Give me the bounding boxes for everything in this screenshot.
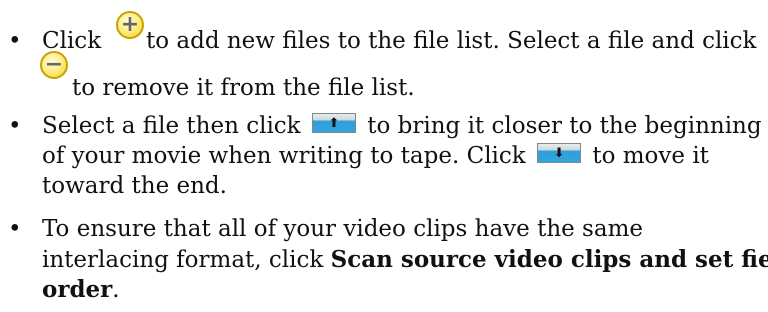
- text-line: order.: [42, 276, 120, 303]
- list-item: • Select a file then click ⬆ to bring it…: [0, 105, 768, 205]
- minus-glyph: −: [44, 52, 64, 77]
- bold-command-text: order: [42, 276, 113, 303]
- list-item: • Click + to add new files to the file l…: [0, 0, 768, 105]
- bullet: •: [8, 28, 22, 54]
- plus-glyph: +: [120, 12, 140, 37]
- bold-command-text: Scan source video clips and set field: [330, 246, 768, 273]
- text-line: to add new files to the file list. Selec…: [146, 28, 757, 54]
- move-up-icon: ⬆: [311, 113, 356, 133]
- text-line: − to remove it from the file list.: [40, 51, 415, 101]
- text-line: of your movie when writing to tape. Clic…: [42, 143, 709, 169]
- text-line: interlacing format, click Scan source vi…: [42, 246, 768, 273]
- move-down-icon: ⬇: [537, 143, 582, 163]
- list-item: • To ensure that all of your video clips…: [0, 208, 768, 308]
- remove-file-icon: −: [40, 51, 68, 79]
- down-arrow-glyph: ⬇: [553, 145, 565, 161]
- add-file-icon: +: [116, 11, 144, 39]
- text-line: Select a file then click ⬆ to bring it c…: [42, 113, 762, 139]
- up-arrow-glyph: ⬆: [328, 115, 340, 131]
- bullet: •: [8, 113, 22, 139]
- text-line: To ensure that all of your video clips h…: [42, 216, 643, 242]
- text-line: toward the end.: [42, 173, 227, 199]
- bullet: •: [8, 216, 22, 242]
- text-line: Click: [42, 28, 102, 54]
